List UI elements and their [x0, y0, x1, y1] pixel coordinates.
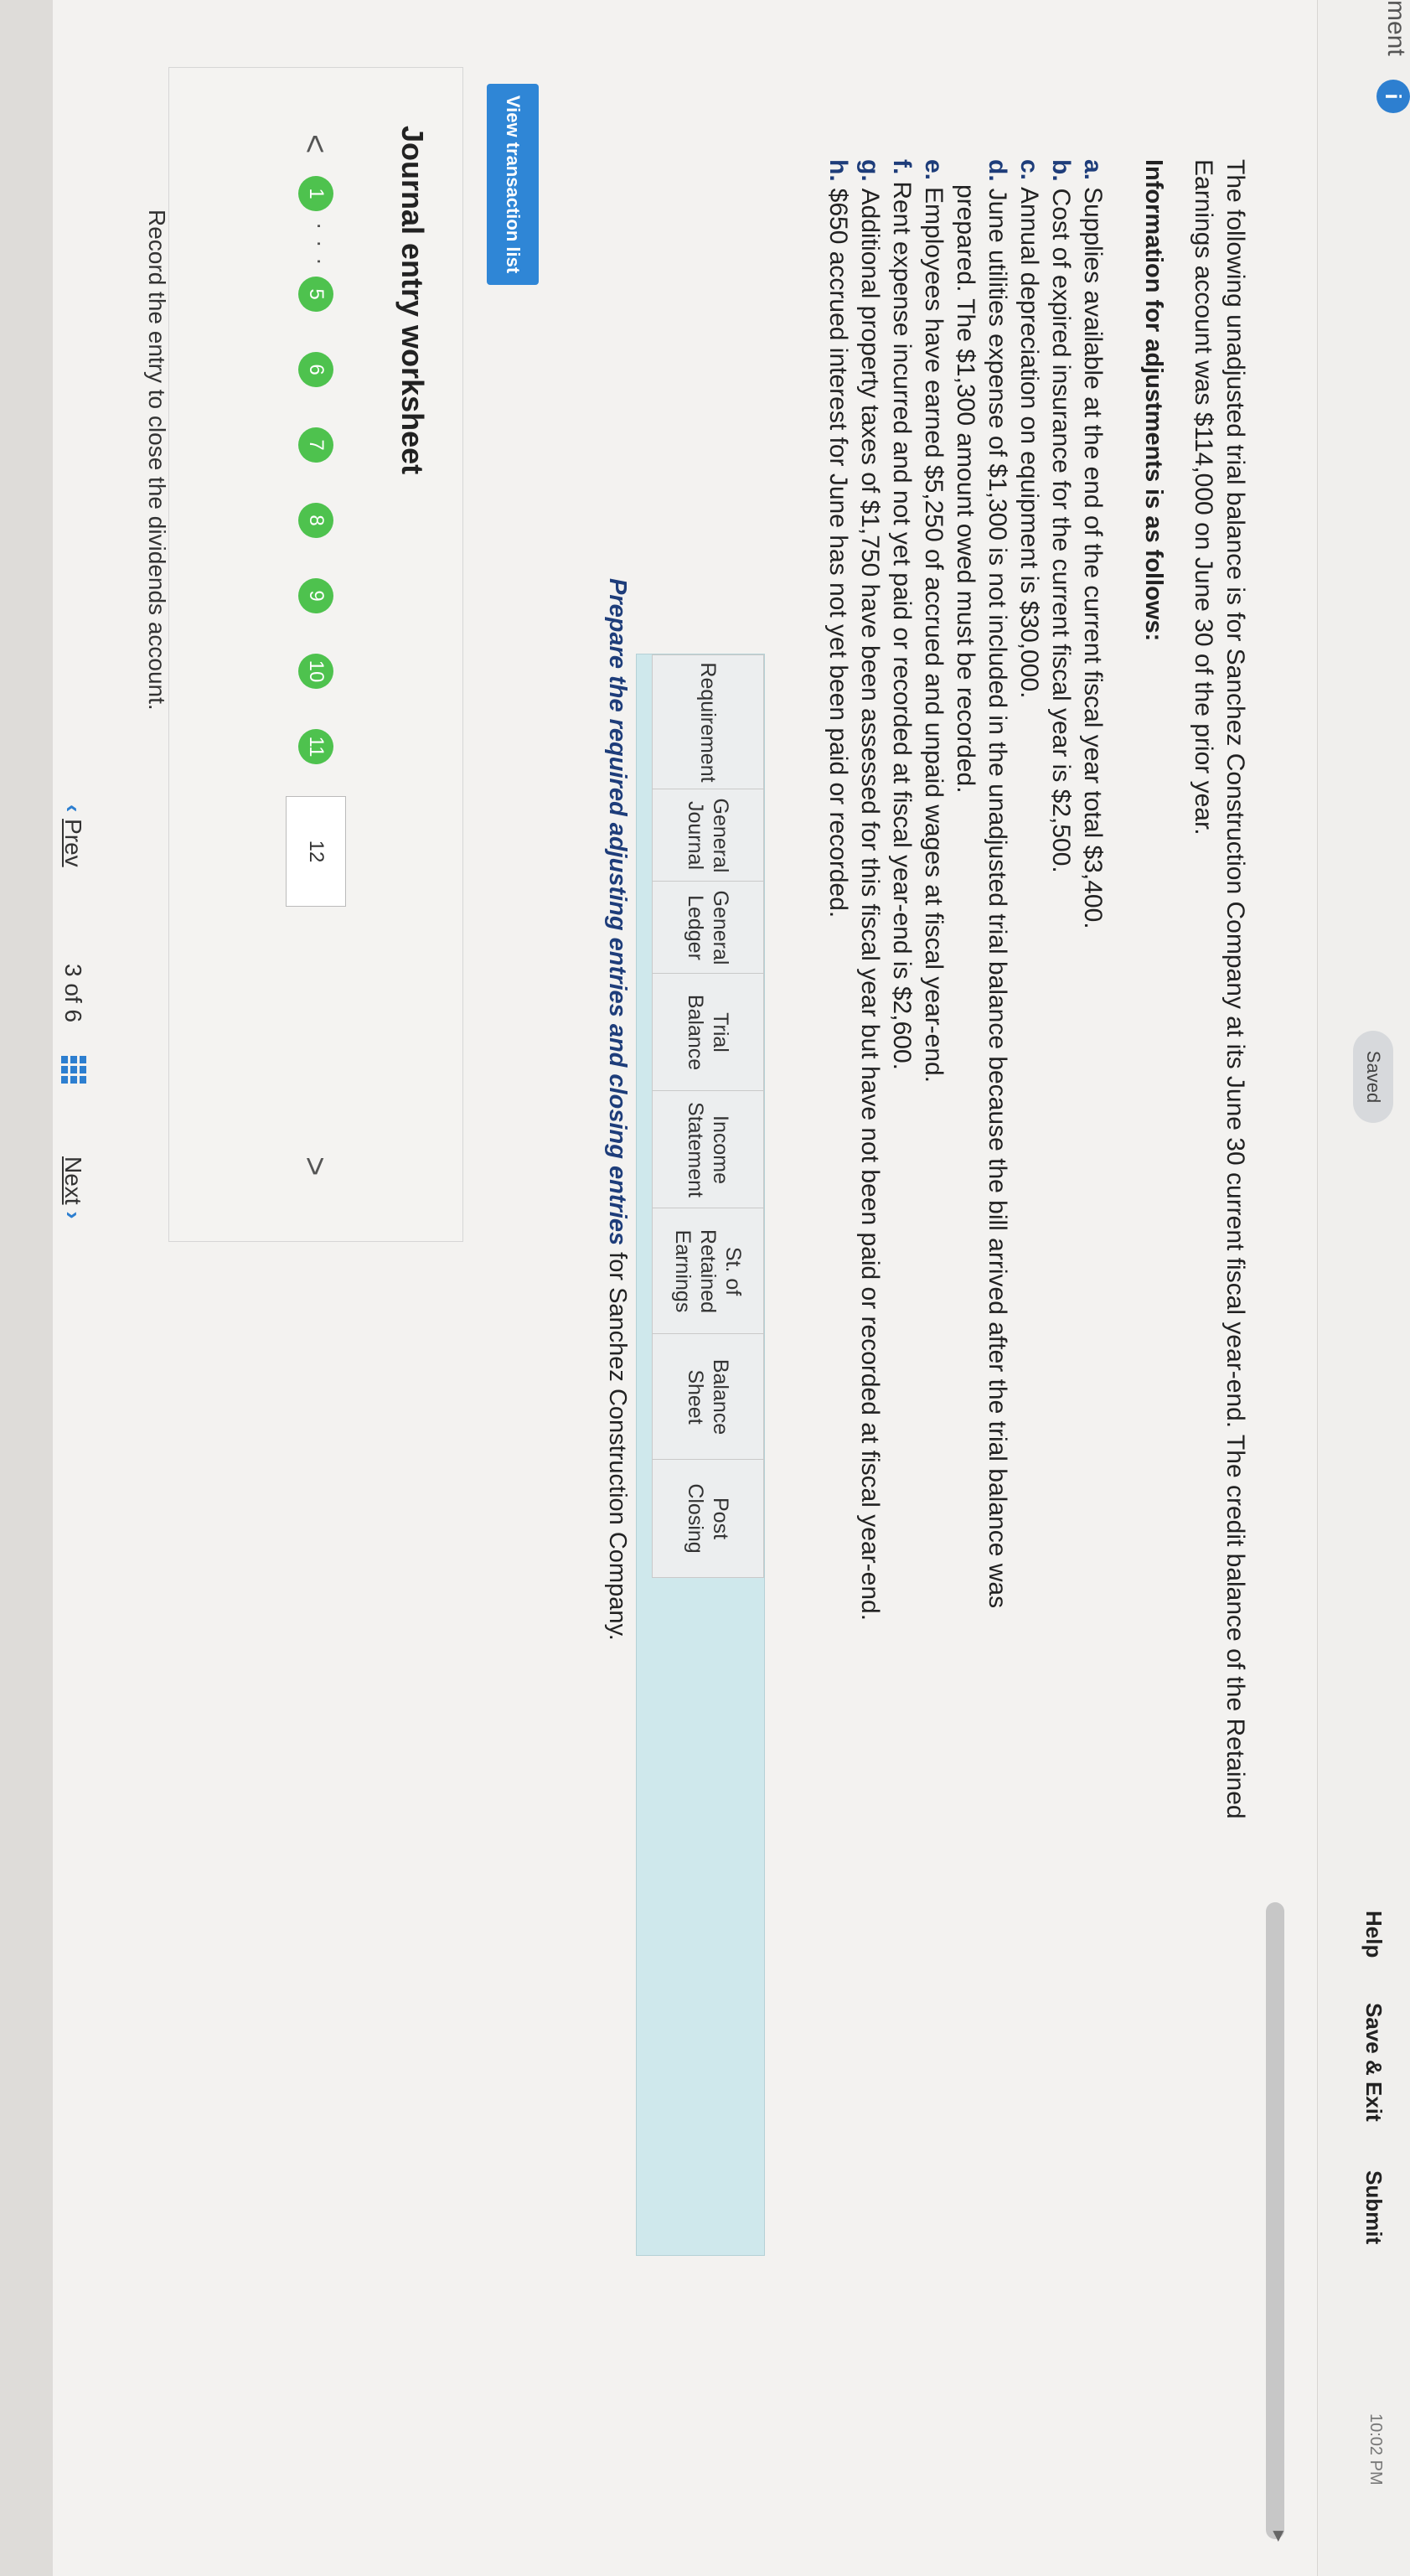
intro-text: The following unadjusted trial balance i…	[1190, 159, 1249, 1819]
list-item: h. $650 accrued interest for June has not…	[822, 159, 854, 1751]
info-icon[interactable]: i	[1376, 80, 1410, 113]
tab-retained-earnings[interactable]: St. of Retained Earnings	[652, 1208, 764, 1335]
next-label: Next	[60, 1156, 86, 1205]
tab-general-journal[interactable]: General Journal	[652, 789, 764, 882]
item-letter: d.	[984, 159, 1011, 182]
assignment-title: ment	[1382, 0, 1410, 56]
item-text: June utilities expense of $1,300 is not …	[984, 188, 1011, 1609]
list-item: g. Additional property taxes of $1,750 ha…	[854, 159, 886, 1751]
step-5[interactable]: 5	[298, 277, 333, 312]
worksheet-instruction: Record the entry to close the dividends …	[144, 209, 170, 711]
instruction-text: Prepare the required adjusting entries a…	[603, 578, 631, 1641]
tab-income-statement[interactable]: Income Statement	[652, 1090, 764, 1209]
adjustments-heading: Information for adjustments is as follow…	[1140, 159, 1167, 642]
item-text: Additional property taxes of $1,750 have…	[856, 188, 884, 1622]
list-item: e. Employees have earned $5,250 of accrue…	[917, 159, 949, 1751]
worksheet-title: Journal entry worksheet	[395, 126, 430, 475]
prev-label: Prev	[60, 819, 86, 867]
item-text: Cost of expired insurance for the curren…	[1047, 188, 1075, 873]
item-text: Rent expense incurred and not yet paid o…	[888, 181, 916, 1070]
save-exit-button[interactable]: Save & Exit	[1361, 2003, 1387, 2122]
desktop-taskbar	[0, 0, 53, 2576]
chevron-right-icon: ›	[60, 1204, 86, 1219]
chevron-left-icon: ‹	[60, 804, 86, 820]
item-text: Annual depreciation on equipment is $30,…	[1015, 187, 1043, 699]
worksheet-next-arrow[interactable]: >	[296, 1156, 333, 1176]
help-link[interactable]: Help	[1361, 1911, 1387, 1958]
step-11[interactable]: 11	[298, 729, 333, 764]
page-counter: 3 of 6	[59, 964, 86, 1022]
current-page: 3	[60, 964, 86, 977]
tab-requirement[interactable]: Requirement	[652, 654, 764, 790]
scroll-arrow-icon[interactable]: ▸	[1267, 2531, 1293, 2542]
prev-page-link[interactable]: ‹ Prev	[59, 804, 86, 867]
next-page-link[interactable]: Next ›	[59, 1156, 86, 1219]
step-6[interactable]: 6	[298, 352, 333, 387]
instruction-rest: for Sanchez Construction Company.	[604, 1245, 631, 1641]
step-7[interactable]: 7	[298, 427, 333, 463]
item-letter: g.	[856, 159, 884, 182]
list-item: a. Supplies available at the end of the c…	[1077, 159, 1108, 1751]
item-letter: a.	[1079, 159, 1107, 181]
step-9[interactable]: 9	[298, 578, 333, 613]
item-letter: h.	[824, 159, 852, 182]
adjustments-list: a. Supplies available at the end of the c…	[822, 159, 1108, 1751]
item-text: $650 accrued interest for June has not y…	[824, 188, 852, 918]
list-item-continuation: prepared. The $1,300 amount owed must be…	[952, 184, 979, 794]
saved-status-badge: Saved	[1353, 1031, 1393, 1123]
page-total: of 6	[60, 983, 86, 1023]
screen: ment i Saved Help Save & Exit Submit 10:…	[0, 0, 1410, 2576]
tab-general-ledger[interactable]: General Ledger	[652, 881, 764, 975]
list-item: f. Rent expense incurred and not yet paid…	[886, 159, 917, 1751]
submit-button[interactable]: Submit	[1361, 2170, 1387, 2244]
item-letter: f.	[888, 159, 916, 175]
step-1[interactable]: 1	[298, 176, 333, 211]
list-item: b. Cost of expired insurance for the curr…	[1045, 159, 1077, 1751]
item-text: Supplies available at the end of the cur…	[1079, 187, 1107, 929]
tab-post-closing[interactable]: Post Closing	[652, 1459, 764, 1578]
tab-balance-sheet[interactable]: Balance Sheet	[652, 1333, 764, 1461]
item-letter: b.	[1047, 159, 1075, 182]
item-letter: e.	[920, 159, 948, 181]
step-8[interactable]: 8	[298, 503, 333, 538]
tab-bar: Requirement General Journal General Ledg…	[636, 654, 765, 2256]
view-transaction-list-button[interactable]: View transaction list	[487, 84, 539, 285]
step-12-current[interactable]: 12	[286, 796, 346, 907]
worksheet-prev-arrow[interactable]: <	[296, 134, 333, 153]
instruction-emphasis: Prepare the required adjusting entries a…	[604, 578, 631, 1246]
item-letter: c.	[1015, 159, 1043, 181]
step-10[interactable]: 10	[298, 654, 333, 689]
grid-icon[interactable]	[61, 1056, 86, 1084]
tab-trial-balance[interactable]: Trial Balance	[652, 973, 764, 1092]
item-text: Employees have earned $5,250 of accrued …	[920, 187, 948, 1084]
list-item: c. Annual depreciation on equipment is $3…	[1013, 159, 1045, 1751]
scrollbar[interactable]	[1266, 1902, 1284, 2539]
clock-time: 10:02 PM	[1366, 2413, 1385, 2485]
list-item: d. June utilities expense of $1,300 is no…	[981, 159, 1013, 1751]
